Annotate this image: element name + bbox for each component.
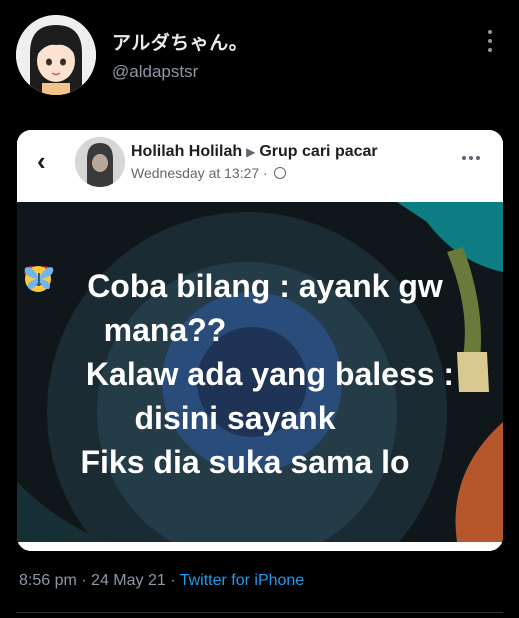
separator: ·: [170, 572, 176, 589]
post-text-line: Kalaw ada yang baless :: [85, 356, 455, 392]
tweet-time[interactable]: 8:56 pm: [19, 572, 77, 589]
user-avatar[interactable]: [16, 15, 96, 95]
tweet-header: アルダちゃん。 @aldapstsr: [0, 0, 519, 110]
arrow-right-icon: ▶: [246, 145, 256, 159]
chevron-left-icon: ‹: [37, 146, 46, 176]
tweet-date[interactable]: 24 May 21: [91, 572, 166, 589]
tweet-meta: 8:56 pm · 24 May 21 · Twitter for iPhone: [19, 572, 304, 590]
facebook-post-image: Coba bilang : ayank gw mana?? Kalaw ada …: [17, 202, 503, 542]
facebook-author-line: Holilah Holilah ▶ Grup cari pacar: [131, 143, 378, 161]
facebook-author: Holilah Holilah: [131, 143, 243, 160]
post-text-line: Fiks dia suka sama lo: [17, 267, 503, 484]
globe-icon: [273, 167, 286, 179]
separator: ·: [81, 572, 87, 589]
facebook-avatar: [75, 137, 125, 187]
facebook-post-header: ‹ Holilah Holilah ▶ Grup cari pacar Wednes…: [17, 130, 503, 202]
attached-image[interactable]: ‹ Holilah Holilah ▶ Grup cari pacar Wednes…: [17, 130, 503, 551]
more-options-icon[interactable]: [482, 30, 498, 52]
post-text-line: disini sayank: [17, 266, 503, 440]
butterfly-emoji: [24, 267, 54, 290]
more-horizontal-icon: [462, 156, 480, 160]
tweet-source-link[interactable]: Twitter for iPhone: [180, 572, 305, 589]
facebook-group: Grup cari pacar: [259, 143, 378, 160]
card-footer: [17, 542, 503, 551]
divider: [16, 612, 503, 613]
facebook-timestamp: Wednesday at 13:27 ·: [131, 165, 268, 181]
post-text: Coba bilang : ayank gw mana?? Kalaw ada …: [17, 264, 503, 484]
facebook-timestamp-line: Wednesday at 13:27 ·: [131, 165, 286, 181]
post-text-line: mana??: [103, 312, 227, 348]
user-handle[interactable]: @aldapstsr: [112, 62, 198, 82]
display-name[interactable]: アルダちゃん。: [112, 28, 248, 55]
post-text-line: Coba bilang : ayank gw: [87, 268, 443, 304]
post-text-fragment: Fiks dia suka sama lo: [80, 444, 410, 480]
post-text-fragment: disini sayank: [134, 400, 336, 436]
